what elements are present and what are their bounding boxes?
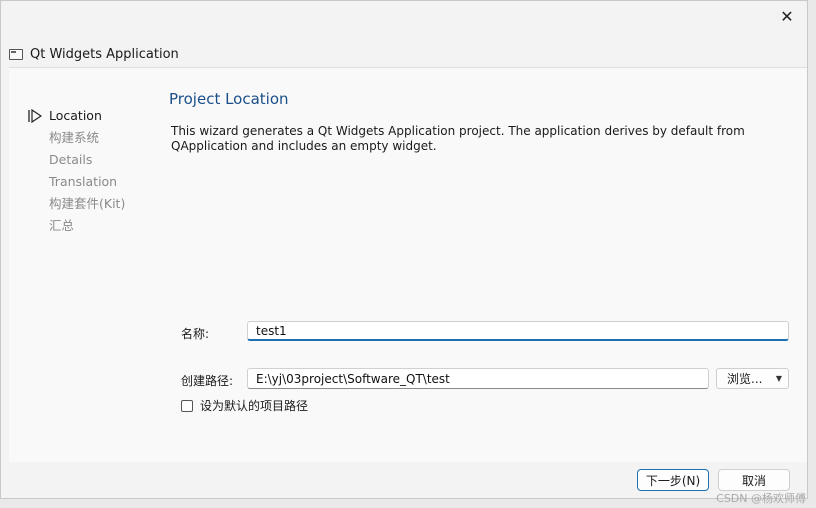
wizard-window: ✕ Qt Widgets Application Location 构建系统 D… bbox=[0, 0, 808, 499]
watermark: CSDN @杨欢师傅 bbox=[716, 492, 806, 505]
default-path-checkbox[interactable] bbox=[181, 399, 193, 412]
step-details: Details bbox=[27, 149, 125, 171]
description-line: QApplication and includes an empty widge… bbox=[171, 139, 437, 153]
close-icon[interactable]: ✕ bbox=[767, 1, 807, 31]
name-input[interactable] bbox=[247, 321, 789, 341]
step-label: Details bbox=[49, 152, 93, 167]
step-label: 汇总 bbox=[49, 218, 75, 233]
page-description: This wizard generates a Qt Widgets Appli… bbox=[171, 124, 771, 154]
window-header: Qt Widgets Application bbox=[9, 39, 179, 69]
cancel-button[interactable]: 取消 bbox=[718, 469, 790, 491]
step-summary: 汇总 bbox=[27, 215, 125, 237]
step-label: 构建系统 bbox=[49, 130, 100, 145]
wizard-steps: Location 构建系统 Details Translation 构建套件(K… bbox=[27, 105, 125, 237]
play-arrow-icon bbox=[28, 109, 42, 123]
window-title: Qt Widgets Application bbox=[30, 46, 179, 62]
step-kit: 构建套件(Kit) bbox=[27, 193, 125, 215]
step-label: 构建套件(Kit) bbox=[49, 196, 126, 211]
title-bar: ✕ bbox=[1, 1, 807, 31]
page-title: Project Location bbox=[169, 90, 289, 108]
browse-label: 浏览... bbox=[727, 372, 763, 386]
wizard-content: Location 构建系统 Details Translation 构建套件(K… bbox=[9, 67, 807, 462]
default-path-row[interactable]: 设为默认的项目路径 bbox=[181, 397, 308, 414]
name-label: 名称: bbox=[181, 327, 210, 341]
step-label: Location bbox=[49, 108, 102, 123]
step-translation: Translation bbox=[27, 171, 125, 193]
step-label: Translation bbox=[49, 174, 118, 189]
path-label: 创建路径: bbox=[181, 374, 234, 388]
step-build-system: 构建系统 bbox=[27, 127, 125, 149]
chevron-down-icon: ▼ bbox=[775, 374, 782, 383]
step-location: Location bbox=[27, 105, 125, 127]
next-button[interactable]: 下一步(N) bbox=[637, 469, 709, 491]
default-path-label: 设为默认的项目路径 bbox=[200, 399, 309, 413]
path-input[interactable] bbox=[247, 368, 709, 389]
wizard-footer: 下一步(N) 取消 bbox=[1, 462, 807, 498]
app-window-icon bbox=[9, 48, 23, 60]
browse-button[interactable]: 浏览... ▼ bbox=[716, 368, 789, 389]
description-line: This wizard generates a Qt Widgets Appli… bbox=[171, 124, 745, 138]
